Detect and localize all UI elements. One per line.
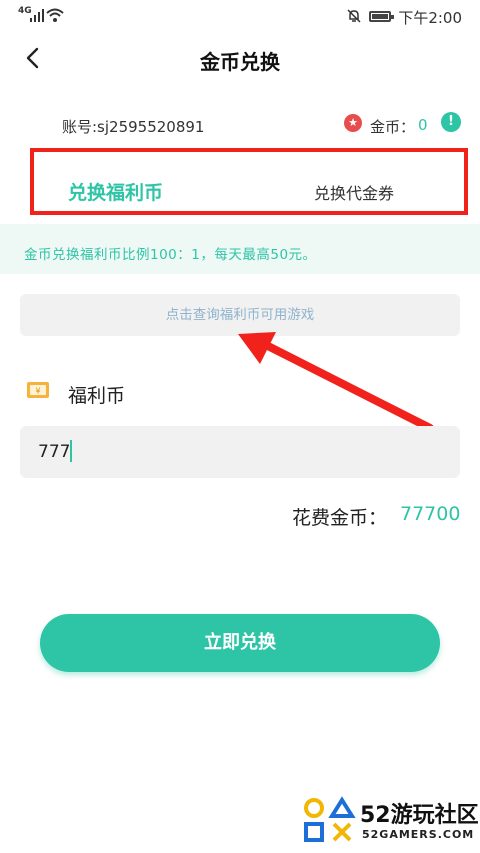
exchange-now-label[interactable]: 立即兑换 xyxy=(40,614,440,672)
welfare-coin-label: 福利币 xyxy=(68,385,126,407)
watermark-subtitle: 52GAMERS.COM xyxy=(362,828,475,841)
wifi-icon xyxy=(46,8,64,22)
notice-text: 金币兑换福利币比例100：1，每天最高50元。 xyxy=(24,247,317,263)
text-caret xyxy=(70,440,72,462)
cost-value: 77700 xyxy=(400,503,461,525)
amount-value[interactable]: 777 xyxy=(38,442,70,462)
annotation-arrow-icon xyxy=(238,332,434,432)
page-title: 金币兑换 xyxy=(200,50,280,74)
mute-icon xyxy=(347,9,361,23)
welfare-coin-icon: ¥ xyxy=(27,382,49,398)
cost-label: 花费金币： xyxy=(292,507,388,529)
info-icon[interactable]: ! xyxy=(441,112,461,132)
status-bar: 4G 下午2:00 xyxy=(0,0,480,34)
back-icon[interactable] xyxy=(22,46,46,70)
amount-input[interactable] xyxy=(20,426,460,478)
coin-icon: ★ xyxy=(344,114,362,132)
watermark-logo-icon xyxy=(304,796,356,842)
clock: 下午2:00 xyxy=(398,9,462,27)
battery-icon xyxy=(369,11,394,22)
tab-exchange-voucher[interactable]: 兑换代金券 xyxy=(314,180,394,204)
watermark-title: 52游玩社区 xyxy=(360,803,479,828)
coin-balance: 0 xyxy=(418,116,428,134)
tab-exchange-welfare-coin[interactable]: 兑换福利币 xyxy=(68,178,163,205)
svg-text:¥: ¥ xyxy=(35,387,40,396)
signal-icon xyxy=(30,9,44,22)
coin-label: 金币： xyxy=(370,118,416,136)
account-label: 账号:sj2595520891 xyxy=(62,118,205,136)
